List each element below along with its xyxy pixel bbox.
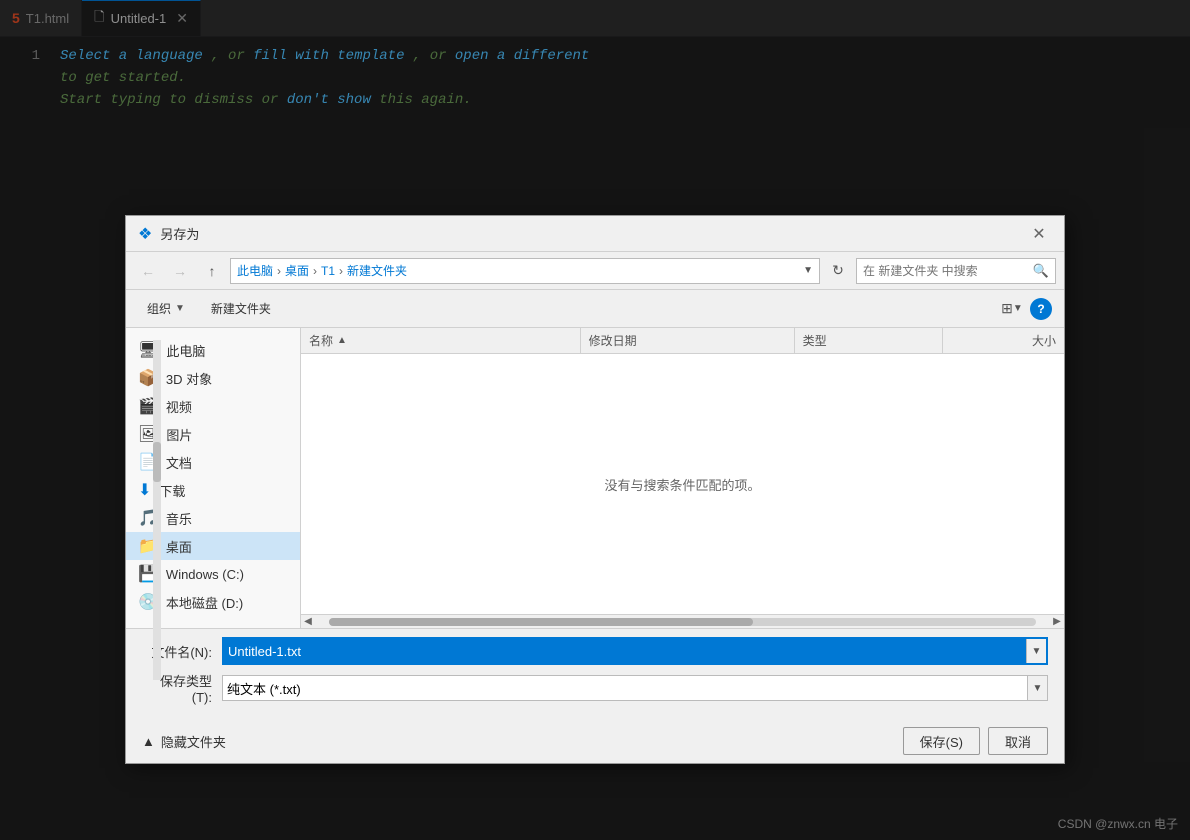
refresh-icon: ↻ (832, 262, 844, 279)
filename-dropdown-button[interactable]: ▼ (1026, 639, 1046, 663)
col-type-label: 类型 (803, 332, 827, 349)
save-as-dialog: ❖ 另存为 ✕ ← → ↑ 此电脑 › 桌面 › (125, 215, 1065, 764)
col-date-label: 修改日期 (589, 332, 637, 349)
col-name-label: 名称 (309, 332, 333, 349)
dialog-actions: 组织 ▼ 新建文件夹 ⊞ ▼ ? (126, 290, 1064, 328)
horizontal-scrollbar[interactable]: ◀ ▶ (301, 614, 1064, 628)
downloads-icon: ⬇ (138, 480, 151, 500)
dialog-vs-icon: ❖ (138, 224, 152, 244)
hide-folders-toggle[interactable]: ▲ 隐藏文件夹 (142, 732, 226, 751)
forward-button[interactable]: → (166, 257, 194, 285)
scroll-right-icon[interactable]: ▶ (1050, 616, 1064, 627)
view-toggle: ⊞ ▼ ? (998, 295, 1052, 323)
nav-item-downloads-label: 下载 (159, 481, 185, 500)
dialog-close-button[interactable]: ✕ (1026, 221, 1052, 247)
new-folder-button[interactable]: 新建文件夹 (202, 296, 280, 321)
new-folder-label: 新建文件夹 (211, 300, 271, 317)
organize-label: 组织 (147, 300, 171, 317)
organize-button[interactable]: 组织 ▼ (138, 296, 194, 321)
hide-folders-label: 隐藏文件夹 (161, 732, 226, 751)
dialog-footer: ▲ 隐藏文件夹 保存(S) 取消 (126, 719, 1064, 763)
nav-item-this-pc-label: 此电脑 (166, 341, 205, 360)
filename-row: 文件名(N): ▼ (142, 637, 1048, 665)
dialog-title: 另存为 (160, 224, 1026, 243)
nav-item-3d-label: 3D 对象 (166, 369, 212, 388)
left-scrollbar-thumb (153, 442, 161, 482)
filetype-row: 保存类型(T): ▼ (142, 671, 1048, 705)
dialog-toolbar: ← → ↑ 此电脑 › 桌面 › T1 › 新建文件夹 ▼ (126, 252, 1064, 290)
dialog-overlay: ❖ 另存为 ✕ ← → ↑ 此电脑 › 桌面 › (0, 0, 1190, 840)
file-list-body: 没有与搜索条件匹配的项。 (301, 354, 1064, 614)
search-icon: 🔍 (1033, 263, 1049, 279)
footer-buttons: 保存(S) 取消 (903, 727, 1048, 755)
back-button[interactable]: ← (134, 257, 162, 285)
empty-message: 没有与搜索条件匹配的项。 (604, 475, 760, 494)
cancel-button[interactable]: 取消 (988, 727, 1048, 755)
organize-dropdown-arrow: ▼ (175, 303, 185, 314)
col-header-name[interactable]: 名称 ▲ (301, 328, 581, 353)
breadcrumb-this-pc[interactable]: 此电脑 (237, 262, 273, 279)
save-button[interactable]: 保存(S) (903, 727, 980, 755)
search-input[interactable] (863, 264, 1029, 278)
help-button[interactable]: ? (1030, 298, 1052, 320)
up-button[interactable]: ↑ (198, 257, 226, 285)
view-dropdown-icon: ▼ (1013, 303, 1023, 314)
col-header-type[interactable]: 类型 (795, 328, 943, 353)
nav-item-windows-c-label: Windows (C:) (166, 567, 244, 582)
scrollbar-track (329, 618, 1036, 626)
file-list-header: 名称 ▲ 修改日期 类型 大小 (301, 328, 1064, 354)
breadcrumb-t1[interactable]: T1 (321, 264, 335, 278)
hide-folders-arrow-icon: ▲ (142, 734, 155, 749)
left-nav-panel: 🖥 此电脑 📦 3D 对象 🎬 视频 🖼 图片 (126, 328, 301, 628)
search-bar: 🔍 (856, 258, 1056, 284)
col-header-size[interactable]: 大小 (943, 328, 1064, 353)
view-toggle-button[interactable]: ⊞ ▼ (998, 295, 1026, 323)
nav-item-video-label: 视频 (166, 397, 192, 416)
sort-arrow-icon: ▲ (337, 335, 347, 346)
filetype-select-wrapper: ▼ (222, 675, 1048, 701)
right-file-panel: 名称 ▲ 修改日期 类型 大小 (301, 328, 1064, 628)
forward-icon: → (173, 263, 187, 279)
col-size-label: 大小 (1032, 332, 1056, 349)
filename-input[interactable] (224, 639, 1026, 663)
filetype-dropdown-button[interactable]: ▼ (1027, 676, 1047, 700)
up-icon: ↑ (209, 263, 216, 279)
breadcrumb-bar: 此电脑 › 桌面 › T1 › 新建文件夹 ▼ (230, 258, 820, 284)
col-header-date[interactable]: 修改日期 (581, 328, 795, 353)
dialog-bottom: 文件名(N): ▼ 保存类型(T): ▼ (126, 628, 1064, 719)
scroll-left-icon[interactable]: ◀ (301, 616, 315, 627)
nav-item-music-label: 音乐 (166, 509, 192, 528)
left-scrollbar[interactable] (153, 340, 161, 628)
back-icon: ← (141, 263, 155, 279)
dialog-titlebar: ❖ 另存为 ✕ (126, 216, 1064, 252)
breadcrumb-new-folder[interactable]: 新建文件夹 (347, 262, 407, 279)
vscode-background: 5 T1.html 🗋 Untitled-1 ✕ 1 Select a lang… (0, 0, 1190, 840)
breadcrumb-desktop[interactable]: 桌面 (285, 262, 309, 279)
scrollbar-thumb (329, 618, 753, 626)
dialog-body: 🖥 此电脑 📦 3D 对象 🎬 视频 🖼 图片 (126, 328, 1064, 628)
nav-item-local-d-label: 本地磁盘 (D:) (166, 593, 243, 612)
nav-item-desktop-label: 桌面 (166, 537, 192, 556)
nav-item-documents-label: 文档 (166, 453, 192, 472)
breadcrumb-dropdown-icon[interactable]: ▼ (803, 265, 813, 276)
filename-input-wrapper: ▼ (222, 637, 1048, 665)
filetype-input[interactable] (223, 676, 1027, 700)
nav-item-pictures-label: 图片 (166, 425, 192, 444)
refresh-button[interactable]: ↻ (824, 257, 852, 285)
watermark: CSDN @znwx.cn 电子 (1058, 815, 1178, 832)
view-icon: ⊞ (1001, 300, 1013, 317)
